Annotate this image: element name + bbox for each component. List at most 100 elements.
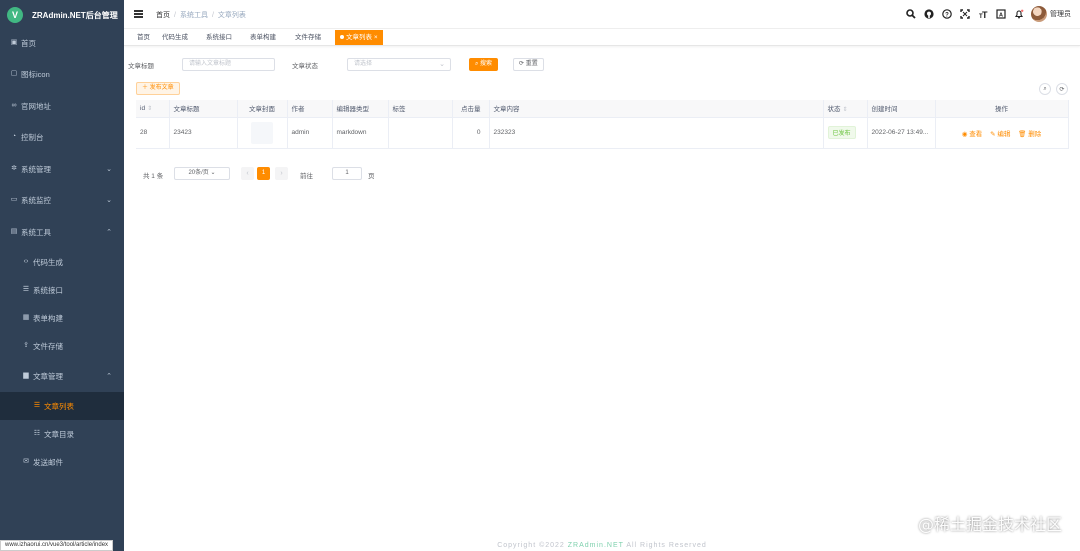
column-header: 文章封面 — [237, 100, 288, 118]
mail-icon: ✉ — [23, 458, 29, 465]
next-page-button[interactable]: › — [275, 167, 288, 180]
tab-form-build[interactable]: 表单构建 — [245, 30, 281, 45]
cell-title: 23423 — [169, 117, 238, 149]
column-header: 编辑器类型 — [332, 100, 389, 118]
hamburger-icon[interactable] — [134, 10, 143, 18]
toggle-search-button[interactable]: ⌕ — [1039, 83, 1051, 95]
watermark: @稀土掘金技术社区 — [917, 515, 1062, 534]
tab-file-storage[interactable]: 文件存储 — [290, 30, 326, 45]
main-content: 文章标题 请输入文章标题 文章状态 请选择 ⌄ ⌕ 搜索 ⟳ 重置 ＋ 发布文章… — [124, 46, 1080, 551]
reset-button[interactable]: ⟳ 重置 — [513, 58, 544, 71]
column-header[interactable]: 状态 ⇕ — [823, 100, 868, 118]
sidebar-item-code-gen[interactable]: ‹› 代码生成 — [0, 254, 124, 270]
pagination-total: 共 1 条 — [143, 173, 164, 180]
sidebar-item-home[interactable]: ▣ 首页 — [0, 35, 124, 51]
document-icon: ▆ — [23, 372, 29, 379]
cell-tags — [388, 117, 453, 149]
page-number[interactable]: 1 — [257, 167, 270, 180]
column-header[interactable]: id ⇕ — [136, 100, 170, 118]
sidebar-item-form-build[interactable]: ▦ 表单构建 — [0, 310, 124, 326]
sidebar-item-label: 文章目录 — [44, 429, 74, 439]
cell-content: 232323 — [489, 117, 824, 149]
status-select[interactable]: 请选择 ⌄ — [347, 58, 451, 71]
app-title: ZRAdmin.NET后台管理 — [32, 10, 118, 20]
cell-author: admin — [287, 117, 333, 149]
view-button[interactable]: ◉ 查看 — [962, 131, 982, 138]
sidebar-item-label: 发送邮件 — [33, 457, 63, 467]
cell-editor-type: markdown — [332, 117, 389, 149]
close-icon[interactable]: × — [374, 34, 378, 41]
sidebar-item-label: 系统接口 — [33, 285, 63, 295]
avatar[interactable] — [1031, 6, 1047, 22]
chevron-up-icon: ⌃ — [106, 229, 112, 236]
search-button-label: 搜索 — [480, 61, 493, 67]
status-badge: 已发布 — [827, 126, 856, 139]
code-icon: ‹› — [23, 258, 29, 265]
refresh-button[interactable]: ⟳ — [1056, 83, 1068, 95]
search-button[interactable]: ⌕ 搜索 — [469, 58, 499, 71]
cell-created: 2022-06-27 13:49... — [867, 117, 936, 149]
chevron-down-icon: ⌄ — [210, 170, 216, 176]
help-icon[interactable]: ? — [941, 9, 952, 20]
reset-button-label: 重置 — [525, 61, 538, 67]
goto-page-input[interactable]: 1 — [332, 167, 362, 180]
upload-icon: ⇪ — [23, 342, 29, 349]
search-icon[interactable] — [905, 9, 916, 20]
breadcrumb-item[interactable]: 首页 — [156, 12, 170, 19]
sidebar-item-label: 文章管理 — [33, 371, 63, 381]
publish-article-button[interactable]: ＋ 发布文章 — [136, 82, 180, 95]
sidebar-item-console[interactable]: ◔ 控制台 — [0, 129, 124, 145]
logo[interactable]: V ZRAdmin.NET后台管理 — [0, 0, 124, 30]
table-header-row: id ⇕ 文章标题 文章封面 作者 编辑器类型 标签 点击量 文章内容 状态 ⇕ 创… — [136, 100, 1069, 118]
edit-button[interactable]: ✎ 编辑 — [990, 131, 1010, 138]
active-dot-icon — [340, 35, 344, 39]
sidebar-item-system-manage[interactable]: ✲ 系统管理 ⌄ — [0, 161, 124, 177]
language-icon[interactable]: A — [995, 9, 1006, 20]
sidebar-item-system-monitor[interactable]: ▭ 系统监控 ⌄ — [0, 192, 124, 208]
sidebar-item-article-list[interactable]: ☰ 文章列表 — [0, 392, 124, 420]
sidebar-item-label: 表单构建 — [33, 313, 63, 323]
list-icon: ☰ — [22, 286, 30, 293]
sidebar-item-icons[interactable]: ▢ 图标icon — [0, 66, 124, 82]
sidebar-item-file-storage[interactable]: ⇪ 文件存储 — [0, 338, 124, 354]
sidebar-item-website[interactable]: ∞ 官网地址 — [0, 98, 124, 114]
delete-button[interactable]: 🗑 删除 — [1018, 131, 1041, 138]
sidebar-item-system-tools[interactable]: ▤ 系统工具 ⌃ — [0, 224, 124, 240]
prev-page-button[interactable]: ‹ — [241, 167, 254, 180]
sidebar-item-label: 系统监控 — [21, 195, 51, 205]
tab-code-gen[interactable]: 代码生成 — [157, 30, 193, 45]
breadcrumb-item: 文章列表 — [217, 12, 246, 19]
sidebar-item-system-api[interactable]: ☰ 系统接口 — [0, 282, 124, 298]
gear-icon: ✲ — [11, 165, 17, 172]
fullscreen-icon[interactable] — [959, 9, 970, 20]
sidebar-item-label: 文件存储 — [33, 341, 63, 351]
form-icon: ▦ — [22, 314, 30, 321]
cover-thumbnail[interactable] — [251, 121, 273, 144]
page-size-select[interactable]: 20条/页 ⌄ — [174, 167, 230, 180]
search-icon: ⌕ — [1043, 85, 1047, 92]
sidebar-item-article-manage[interactable]: ▆ 文章管理 ⌃ — [0, 368, 124, 384]
sidebar-item-label: 控制台 — [21, 132, 44, 142]
tab-article-list[interactable]: 文章列表 × — [335, 30, 383, 45]
column-header: 创建时间 — [867, 100, 936, 118]
github-icon[interactable] — [923, 9, 934, 20]
title-search-input[interactable]: 请输入文章标题 — [182, 58, 275, 71]
status-url: www.izhaorui.cn/vue3/tool/article/index — [0, 540, 114, 551]
cell-status: 已发布 — [823, 117, 868, 149]
tab-system-api[interactable]: 系统接口 — [201, 30, 237, 45]
bell-icon[interactable] — [1013, 9, 1024, 20]
logo-icon: V — [7, 7, 23, 23]
image-icon: ▢ — [10, 70, 18, 77]
breadcrumb: 首页 / 系统工具 / 文章列表 — [156, 12, 246, 19]
sidebar-item-send-mail[interactable]: ✉ 发送邮件 — [0, 454, 124, 470]
footer-brand[interactable]: ZRAdmin.NET — [568, 542, 624, 549]
sidebar-item-article-catalog[interactable]: ☷ 文章目录 — [0, 426, 124, 442]
monitor-icon: ▭ — [10, 196, 18, 203]
gauge-icon: ◔ — [11, 133, 17, 140]
user-name[interactable]: 管理员 — [1050, 9, 1071, 19]
svg-text:T: T — [982, 10, 988, 19]
tab-home[interactable]: 首页 — [132, 30, 155, 45]
font-size-icon[interactable]: TT — [977, 9, 988, 20]
sidebar-item-label: 官网地址 — [21, 101, 51, 111]
sidebar-item-label: 系统管理 — [21, 164, 51, 174]
